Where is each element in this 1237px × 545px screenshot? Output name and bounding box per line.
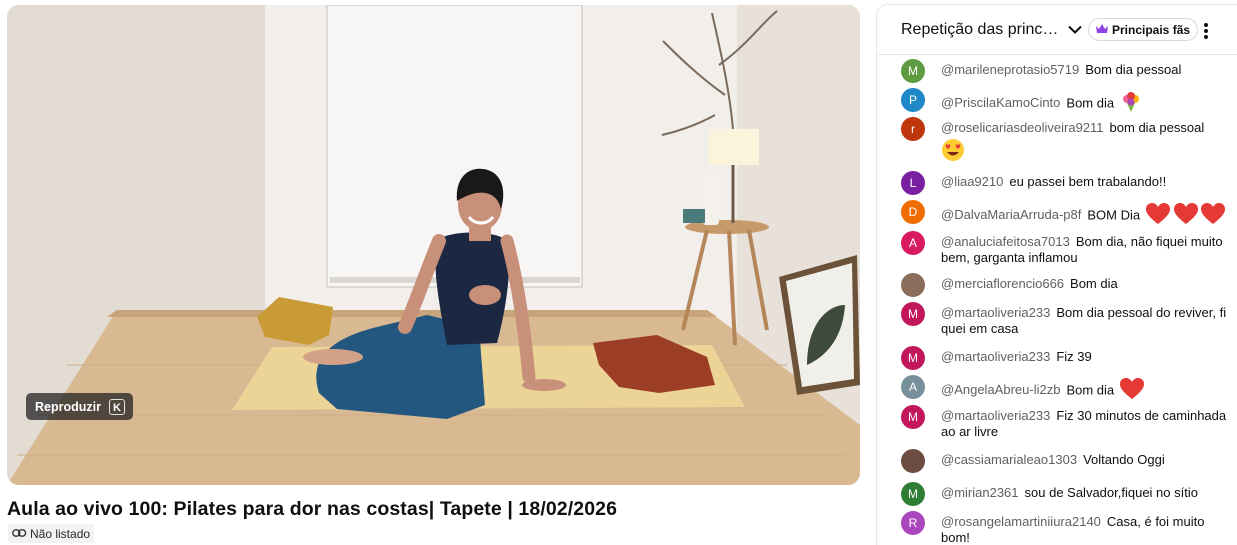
chat-author[interactable]: @mirian2361 xyxy=(941,485,1019,500)
chat-header: Repetição das principais mensagens do ch… xyxy=(877,5,1237,55)
chat-message-body: @mirian2361 sou de Salvador,fiquei no sít… xyxy=(941,485,1231,501)
chat-message-text: Fiz 39 xyxy=(1056,349,1092,364)
chat-message-text: Bom dia xyxy=(1066,382,1115,398)
chat-author[interactable]: @martaoliveria233 xyxy=(941,349,1050,364)
avatar[interactable]: M xyxy=(901,405,925,429)
avatar[interactable]: M xyxy=(901,346,925,370)
visibility-label: Não listado xyxy=(30,526,91,541)
avatar[interactable] xyxy=(901,273,925,297)
video-title: Aula ao vivo 100: Pilates para dor nas c… xyxy=(7,498,618,520)
chat-author[interactable]: @rosangelamartiniiura2140 xyxy=(941,514,1101,529)
chat-message-text: bom dia pessoal xyxy=(1109,120,1205,135)
heart-emoji-icon xyxy=(1120,378,1145,404)
chat-author[interactable]: @roselicariasdeoliveira9211 xyxy=(941,120,1104,135)
more-options-icon[interactable] xyxy=(1194,19,1218,43)
chat-message-body: @rosangelamartiniiura2140 Casa, é foi mui… xyxy=(941,514,1231,545)
avatar[interactable]: A xyxy=(901,231,925,255)
play-tooltip: Reproduzir K xyxy=(26,393,133,420)
avatar[interactable]: r xyxy=(901,117,925,141)
chat-message-body: @martaoliveria233 Fiz 39 xyxy=(941,349,1231,365)
chat-author[interactable]: @analuciafeitosa7013 xyxy=(941,234,1070,249)
chat-author[interactable]: @DalvaMariaArruda-p8f xyxy=(941,207,1081,222)
chat-message-text: Bom dia pessoal xyxy=(1085,62,1182,77)
chat-message-body: @martaoliveria233 Bom dia pessoal do revi… xyxy=(941,305,1231,337)
chat-mode-title[interactable]: Repetição das principais mensagens do ch… xyxy=(901,21,1059,39)
avatar[interactable]: M xyxy=(901,59,925,83)
chat-message-body: @analuciafeitosa7013 Bom dia, não fiquei … xyxy=(941,234,1231,266)
crown-icon xyxy=(1095,23,1109,37)
chat-message-text: BOM Dia xyxy=(1087,207,1141,223)
chat-panel: Repetição das principais mensagens do ch… xyxy=(876,4,1237,545)
chevron-down-icon[interactable] xyxy=(1066,21,1084,39)
chat-message-body: @liaa9210 eu passei bem trabalando!! xyxy=(941,174,1231,190)
chat-message-text: Bom dia xyxy=(1066,95,1115,111)
chat-message-body: @martaoliveria233 Fiz 30 minutos de camin… xyxy=(941,408,1231,440)
top-fans-label: Principais fãs xyxy=(1112,22,1191,37)
chat-author[interactable]: @AngelaAbreu-li2zb xyxy=(941,382,1060,397)
video-player[interactable]: Reproduzir K xyxy=(7,5,860,485)
chat-message-body: @marileneprotasio5719 Bom dia pessoal xyxy=(941,62,1231,78)
avatar[interactable]: D xyxy=(901,200,925,224)
avatar[interactable]: P xyxy=(901,88,925,112)
chat-author[interactable]: @liaa9210 xyxy=(941,174,1003,189)
chat-author[interactable]: @martaoliveria233 xyxy=(941,305,1050,320)
chat-message-body: @cassiamarialeao1303 Voltando Oggi xyxy=(941,452,1231,468)
avatar[interactable]: L xyxy=(901,171,925,195)
chat-message-body: @roselicariasdeoliveira9211 bom dia pesso… xyxy=(941,120,1231,166)
top-fans-button[interactable]: Principais fãs xyxy=(1088,18,1199,41)
bouquet-emoji-icon xyxy=(1120,91,1142,117)
chat-message-text: sou de Salvador,fiquei no sítio xyxy=(1024,485,1198,500)
hearts3-emoji-icon xyxy=(1146,203,1226,229)
chat-author[interactable]: @marileneprotasio5719 xyxy=(941,62,1079,77)
avatar[interactable]: M xyxy=(901,302,925,326)
heart-eyes-emoji-icon xyxy=(941,138,1231,166)
chat-message-text: Bom dia xyxy=(1070,276,1118,291)
chat-message-body: @merciaflorencio666 Bom dia xyxy=(941,276,1231,292)
avatar[interactable]: M xyxy=(901,482,925,506)
play-tooltip-label: Reproduzir xyxy=(35,399,101,414)
avatar[interactable]: A xyxy=(901,375,925,399)
chat-message-text: eu passei bem trabalando!! xyxy=(1009,174,1167,189)
chat-message-body: @DalvaMariaArruda-p8f BOM Dia xyxy=(941,203,1231,229)
chat-message-body: @PriscilaKamoCinto Bom dia xyxy=(941,91,1231,117)
video-frame xyxy=(7,5,860,485)
avatar[interactable] xyxy=(901,449,925,473)
play-shortcut-key: K xyxy=(108,398,125,415)
chat-author[interactable]: @cassiamarialeao1303 xyxy=(941,452,1077,467)
chat-message-body: @AngelaAbreu-li2zb Bom dia xyxy=(941,378,1231,404)
chat-author[interactable]: @merciaflorencio666 xyxy=(941,276,1064,291)
chat-author[interactable]: @PriscilaKamoCinto xyxy=(941,95,1060,110)
visibility-badge: Não listado xyxy=(8,524,95,543)
avatar[interactable]: R xyxy=(901,511,925,535)
chat-message-text: Voltando Oggi xyxy=(1083,452,1165,467)
page: Reproduzir K Aula ao vivo 100: Pilates p… xyxy=(0,0,1237,545)
link-icon xyxy=(12,527,27,541)
chat-author[interactable]: @martaoliveria233 xyxy=(941,408,1050,423)
